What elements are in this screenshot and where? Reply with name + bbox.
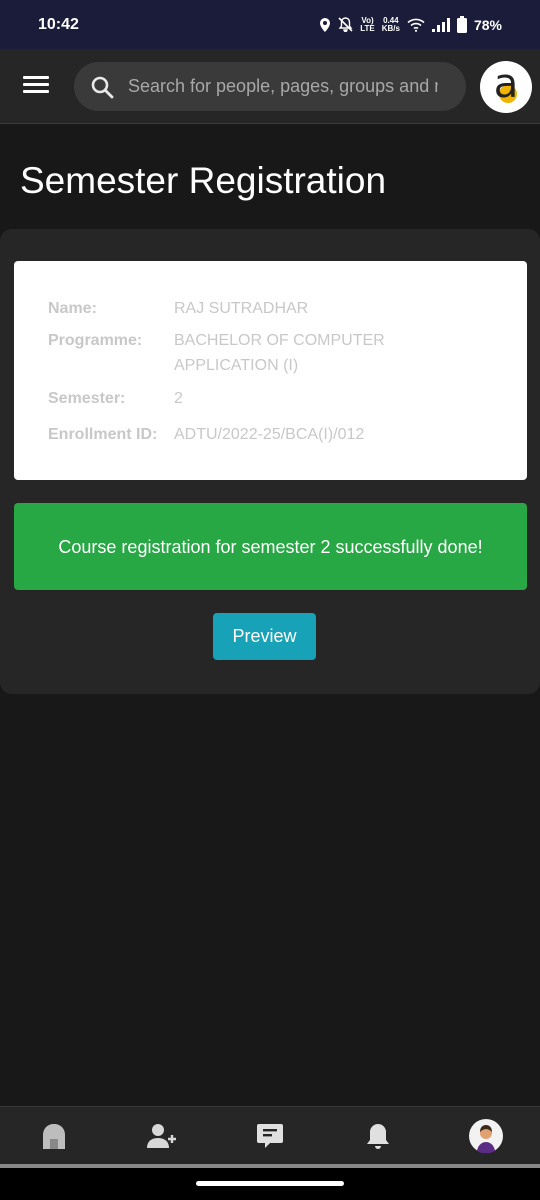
signal-icon <box>431 17 450 32</box>
menu-icon[interactable] <box>23 76 49 96</box>
programme-row: Programme: BACHELOR OF COMPUTER APPLICAT… <box>48 328 414 378</box>
semester-label: Semester: <box>48 390 126 407</box>
battery-icon <box>456 16 467 33</box>
top-bar: a <box>0 49 540 124</box>
student-info-card: Name: RAJ SUTRADHAR Programme: BACHELOR … <box>14 261 527 480</box>
app-logo[interactable]: a <box>480 61 532 113</box>
bottom-navigation <box>0 1106 540 1165</box>
gesture-handle[interactable] <box>196 1181 344 1186</box>
preview-button[interactable]: Preview <box>213 613 316 660</box>
net-speed: 0.44 KB/s <box>381 15 400 33</box>
search-icon <box>91 76 114 98</box>
programme-value: BACHELOR OF COMPUTER APPLICATION (I) <box>174 332 385 374</box>
notifications-icon <box>367 1124 389 1149</box>
add-friend-icon <box>147 1124 176 1148</box>
status-icons: Vo) LTE 0.44 KB/s 78% <box>319 16 502 33</box>
home-icon <box>43 1124 65 1149</box>
page-title: Semester Registration <box>20 160 387 201</box>
name-row: Name: RAJ SUTRADHAR <box>48 296 414 321</box>
wifi-icon <box>407 18 425 32</box>
messages-icon <box>257 1124 283 1148</box>
registration-panel: Name: RAJ SUTRADHAR Programme: BACHELOR … <box>0 229 540 694</box>
battery-level: 78% <box>473 16 502 33</box>
enrollment-value: ADTU/2022-25/BCA(I)/012 <box>174 426 365 443</box>
profile-avatar <box>469 1119 503 1153</box>
nav-notifications[interactable] <box>348 1111 408 1161</box>
programme-label: Programme: <box>48 332 143 349</box>
success-alert: Course registration for semester 2 succe… <box>14 503 527 590</box>
semester-row: Semester: 2 <box>48 386 414 411</box>
status-time: 10:42 <box>38 15 79 33</box>
nav-profile[interactable] <box>456 1111 516 1161</box>
nav-home[interactable] <box>24 1111 84 1161</box>
status-bar: 10:42 Vo) LTE 0.44 KB/s 78% <box>0 0 540 49</box>
search-bar[interactable] <box>74 62 466 111</box>
name-label: Name: <box>48 300 97 317</box>
name-value: RAJ SUTRADHAR <box>174 300 309 317</box>
nav-messages[interactable] <box>240 1111 300 1161</box>
semester-value: 2 <box>174 390 183 407</box>
search-input[interactable] <box>126 75 440 98</box>
location-icon <box>320 17 331 32</box>
logo-letter-a-icon: a <box>493 61 519 107</box>
enrollment-label: Enrollment ID: <box>48 426 158 443</box>
mute-icon <box>338 17 353 32</box>
enrollment-row: Enrollment ID: ADTU/2022-25/BCA(I)/012 <box>48 422 414 447</box>
volte-indicator: Vo) LTE <box>360 15 375 33</box>
nav-friends[interactable] <box>132 1111 192 1161</box>
